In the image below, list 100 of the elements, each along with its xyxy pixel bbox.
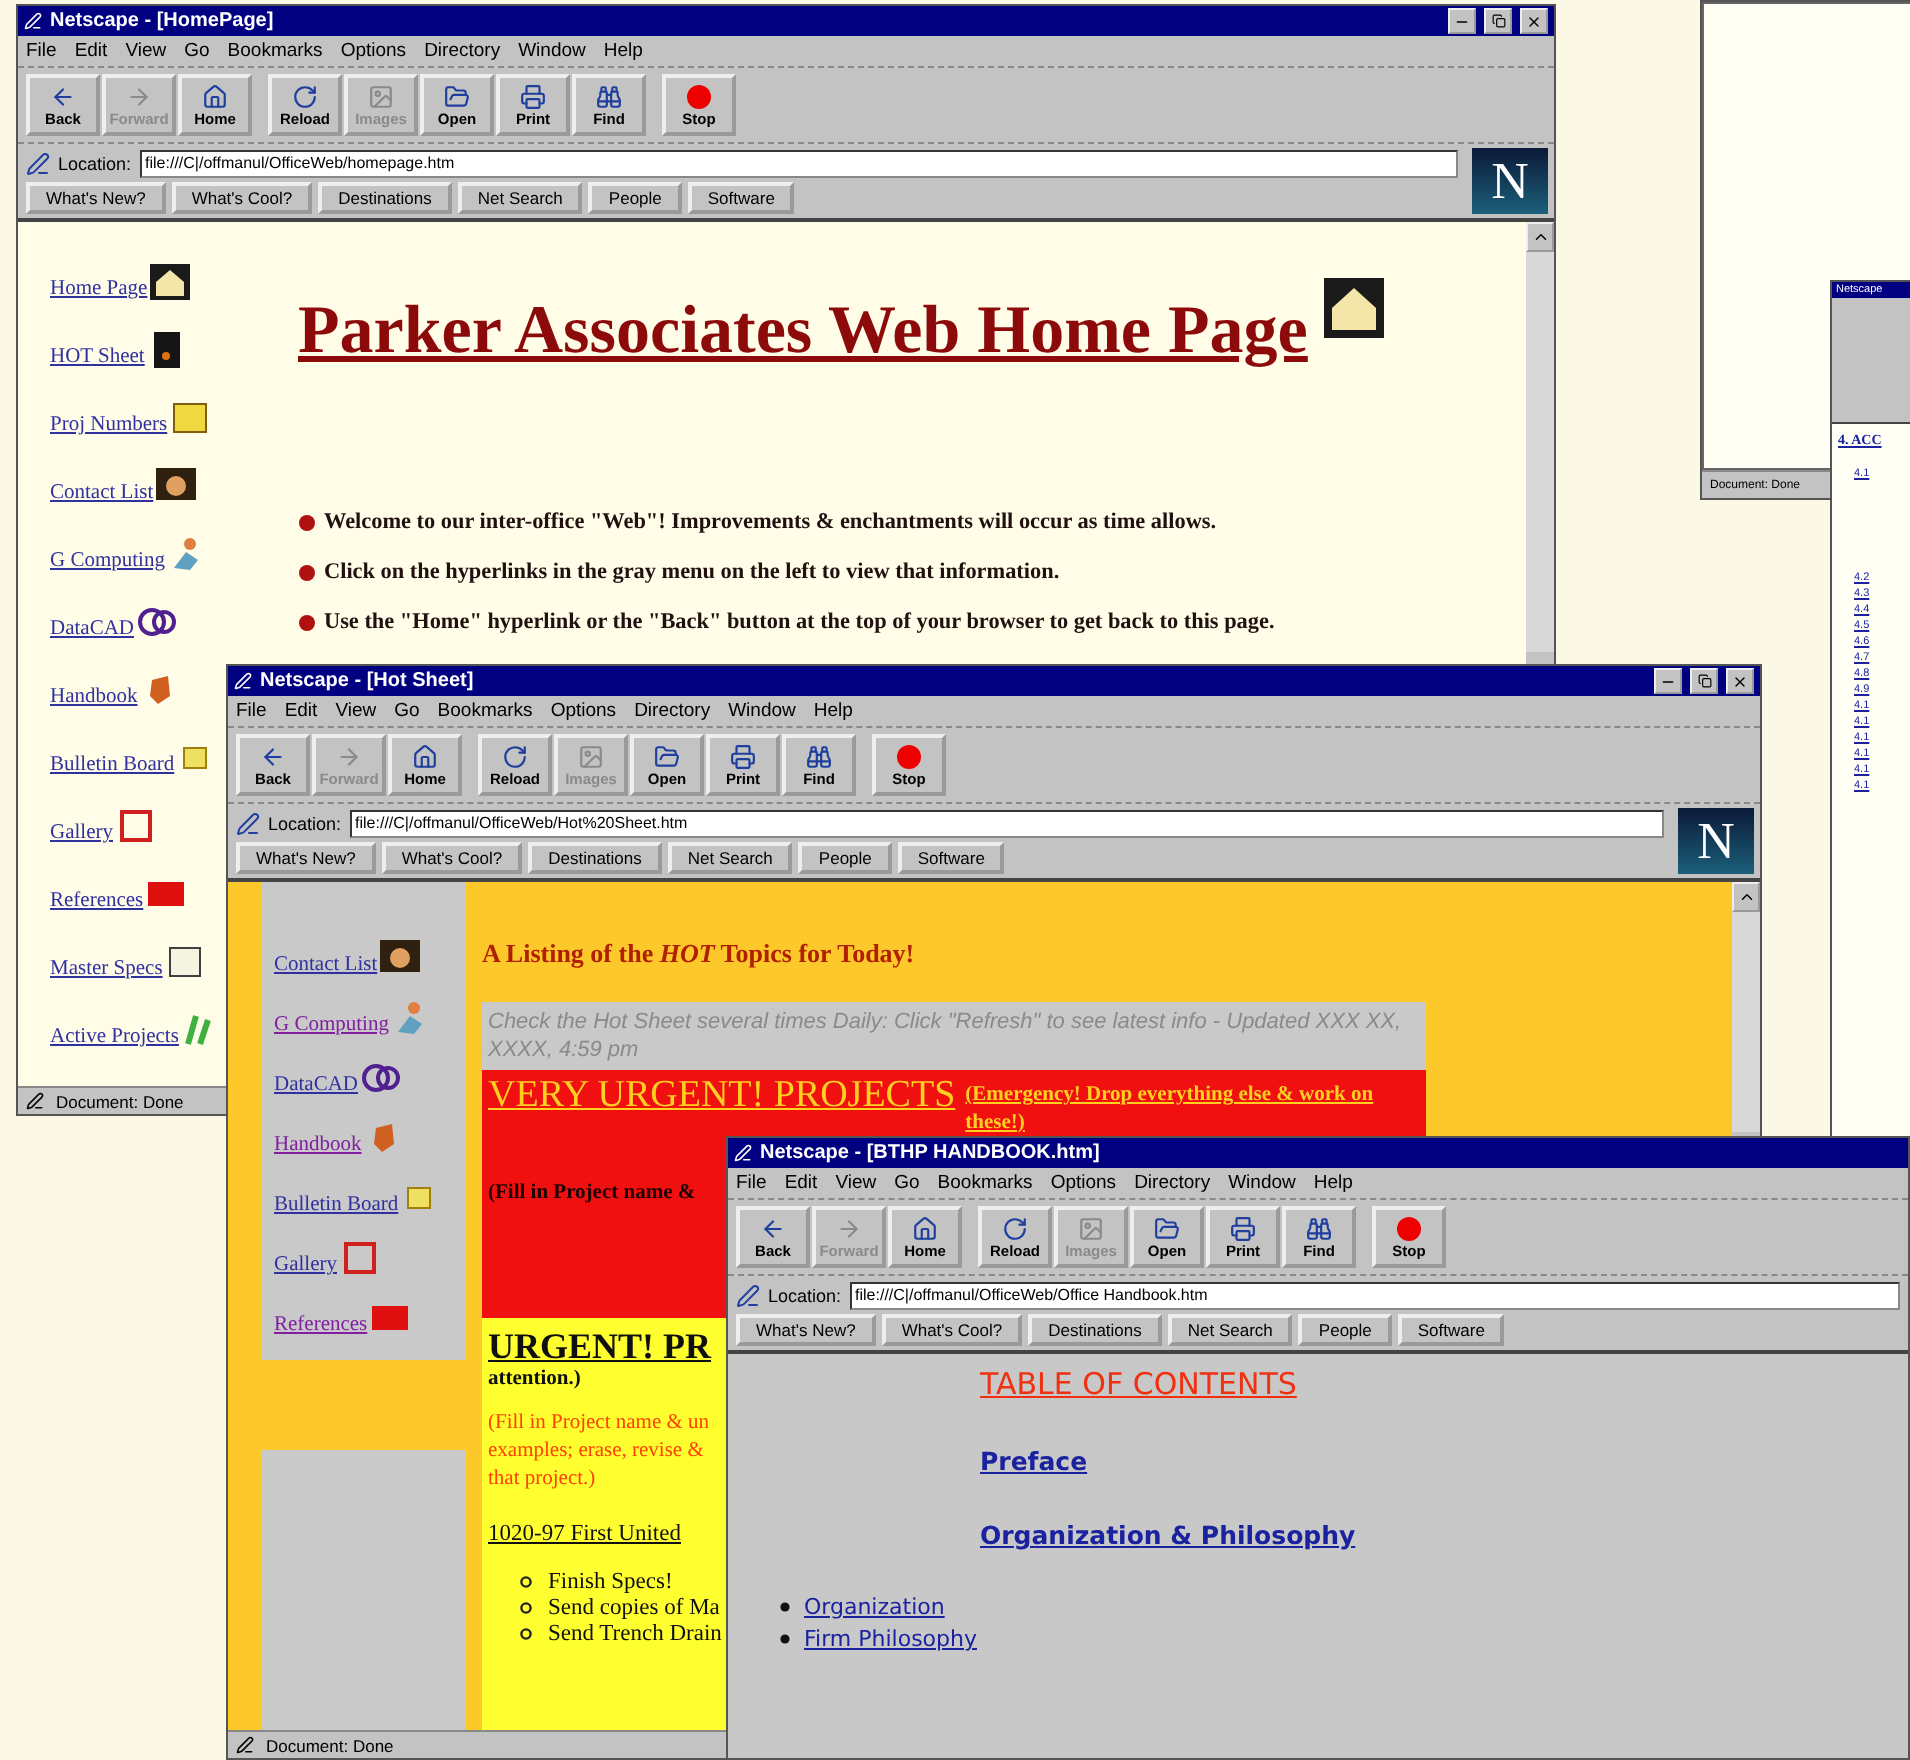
circle-bullet-icon: [520, 1628, 532, 1640]
sidebar-link[interactable]: Contact List: [50, 482, 154, 504]
menu-item[interactable]: Options: [550, 700, 617, 722]
sidebar-link[interactable]: Bulletin Board: [274, 1194, 399, 1216]
directory-button[interactable]: What's New?: [236, 842, 376, 874]
directory-button[interactable]: Software: [1397, 1314, 1505, 1346]
menu-item[interactable]: Window: [1228, 1172, 1296, 1194]
sidebar-link[interactable]: Handbook: [50, 686, 138, 708]
location-field[interactable]: file:///C|/offmanul/OfficeWeb/Office Handbook.htm: [849, 1281, 1900, 1309]
sidebar-link[interactable]: Contact List: [274, 954, 378, 976]
menu-item[interactable]: View: [125, 40, 167, 62]
house-icon: [912, 1215, 938, 1241]
sidebar-link[interactable]: Master Specs: [50, 958, 163, 980]
project-link[interactable]: 1020-97 First United: [488, 1522, 681, 1546]
location-field[interactable]: file:///C|/offmanul/OfficeWeb/homepage.htm: [139, 149, 1458, 177]
restore-button[interactable]: [1484, 8, 1512, 34]
scroll-up-button[interactable]: [1732, 882, 1760, 912]
directory-button[interactable]: Net Search: [667, 842, 793, 874]
binoculars-icon: [1306, 1215, 1332, 1241]
menu-item[interactable]: Directory: [424, 40, 501, 62]
directory-button[interactable]: Destinations: [528, 842, 662, 874]
menu-item[interactable]: Options: [340, 40, 407, 62]
toc-title: TABLE OF CONTENTS: [980, 1366, 1299, 1402]
task-text: Send copies of Ma: [548, 1596, 720, 1620]
bullet-icon: [780, 1634, 790, 1644]
menu-item[interactable]: File: [236, 700, 267, 722]
menu-item[interactable]: Edit: [284, 700, 318, 722]
menu-item[interactable]: Edit: [74, 40, 108, 62]
location-label: Location:: [768, 1285, 842, 1305]
menu-item[interactable]: Options: [1050, 1172, 1117, 1194]
sidebar-link[interactable]: HOT Sheet: [50, 346, 145, 368]
location-field[interactable]: file:///C|/offmanul/OfficeWeb/Hot%20Sheet.htm: [349, 809, 1664, 837]
sidebar-link[interactable]: Handbook: [274, 1134, 362, 1156]
binoculars-icon: [806, 743, 832, 769]
browser-logo: N: [1472, 148, 1548, 214]
sidebar-link[interactable]: Gallery: [50, 822, 113, 844]
menu-item[interactable]: Bookmarks: [437, 700, 533, 722]
directory-button[interactable]: Destinations: [1028, 1314, 1162, 1346]
menu-item[interactable]: View: [835, 1172, 877, 1194]
forward-arrow-icon: [836, 1215, 862, 1241]
menu-item[interactable]: File: [26, 40, 57, 62]
menu-item[interactable]: Window: [518, 40, 586, 62]
menu-item[interactable]: Directory: [634, 700, 711, 722]
menu-item[interactable]: Help: [1313, 1172, 1353, 1194]
minimize-button[interactable]: [1654, 668, 1682, 694]
close-button[interactable]: [1726, 668, 1754, 694]
sidebar-link[interactable]: Proj Numbers: [50, 414, 168, 436]
menu-item[interactable]: File: [736, 1172, 767, 1194]
directory-button[interactable]: People: [588, 182, 682, 214]
menu-item[interactable]: Go: [894, 1172, 920, 1194]
reload-icon: [1002, 1215, 1028, 1241]
window-title: Netscape - [HomePage]: [50, 10, 276, 32]
menu-item[interactable]: Window: [728, 700, 796, 722]
printer-icon: [730, 743, 756, 769]
sidebar-link[interactable]: Gallery: [274, 1254, 337, 1276]
app-icon: [734, 1144, 752, 1162]
restore-button[interactable]: [1690, 668, 1718, 694]
close-button[interactable]: [1520, 8, 1548, 34]
sidebar-link[interactable]: Home Page: [50, 278, 148, 300]
sidebar-link[interactable]: References: [50, 890, 144, 912]
scroll-up-button[interactable]: [1526, 222, 1554, 252]
directory-button[interactable]: Net Search: [457, 182, 583, 214]
topic-link[interactable]: Organization: [804, 1594, 945, 1620]
menu-item[interactable]: Go: [394, 700, 420, 722]
sidebar-link[interactable]: G Computing: [50, 550, 165, 572]
directory-button[interactable]: What's Cool?: [881, 1314, 1023, 1346]
printer-icon: [1230, 1215, 1256, 1241]
directory-button[interactable]: Net Search: [1167, 1314, 1293, 1346]
topic-link[interactable]: Firm Philosophy: [804, 1626, 977, 1652]
directory-button[interactable]: What's New?: [26, 182, 166, 214]
circle-bullet-icon: [520, 1576, 532, 1588]
menu-item[interactable]: Directory: [1134, 1172, 1211, 1194]
directory-button[interactable]: Software: [687, 182, 795, 214]
bullet-text: Click on the hyperlinks in the gray menu on the left to view that information.: [324, 560, 1060, 584]
directory-button[interactable]: What's Cool?: [381, 842, 523, 874]
menu-item[interactable]: Edit: [784, 1172, 818, 1194]
directory-button[interactable]: People: [1298, 1314, 1392, 1346]
menu-item[interactable]: View: [335, 700, 377, 722]
menu-item[interactable]: Bookmarks: [227, 40, 323, 62]
sidebar-link[interactable]: DataCAD: [50, 618, 134, 640]
sidebar-link[interactable]: DataCAD: [274, 1074, 358, 1096]
directory-button[interactable]: People: [798, 842, 892, 874]
section-link[interactable]: Preface: [980, 1446, 1088, 1476]
sidebar-link[interactable]: Active Projects: [50, 1026, 179, 1048]
directory-button[interactable]: Destinations: [318, 182, 452, 214]
notice-text: Check the Hot Sheet several times Daily: Click "Refresh" to see latest info - Updated XXX XX, XXXX, 4:59 pm: [482, 1002, 1426, 1070]
menu-item[interactable]: Go: [184, 40, 210, 62]
directory-button[interactable]: Software: [897, 842, 1005, 874]
section-link[interactable]: Organization & Philosophy: [980, 1520, 1356, 1550]
house-icon: [202, 83, 228, 109]
minimize-button[interactable]: [1448, 8, 1476, 34]
menu-item[interactable]: Help: [813, 700, 853, 722]
menu-item[interactable]: Bookmarks: [937, 1172, 1033, 1194]
sidebar-link[interactable]: Bulletin Board: [50, 754, 175, 776]
directory-button[interactable]: What's New?: [736, 1314, 876, 1346]
directory-button[interactable]: What's Cool?: [171, 182, 313, 214]
sidebar-link[interactable]: G Computing: [274, 1014, 389, 1036]
rings-icon: [136, 604, 176, 640]
menu-item[interactable]: Help: [603, 40, 643, 62]
sidebar-link[interactable]: References: [274, 1314, 368, 1336]
